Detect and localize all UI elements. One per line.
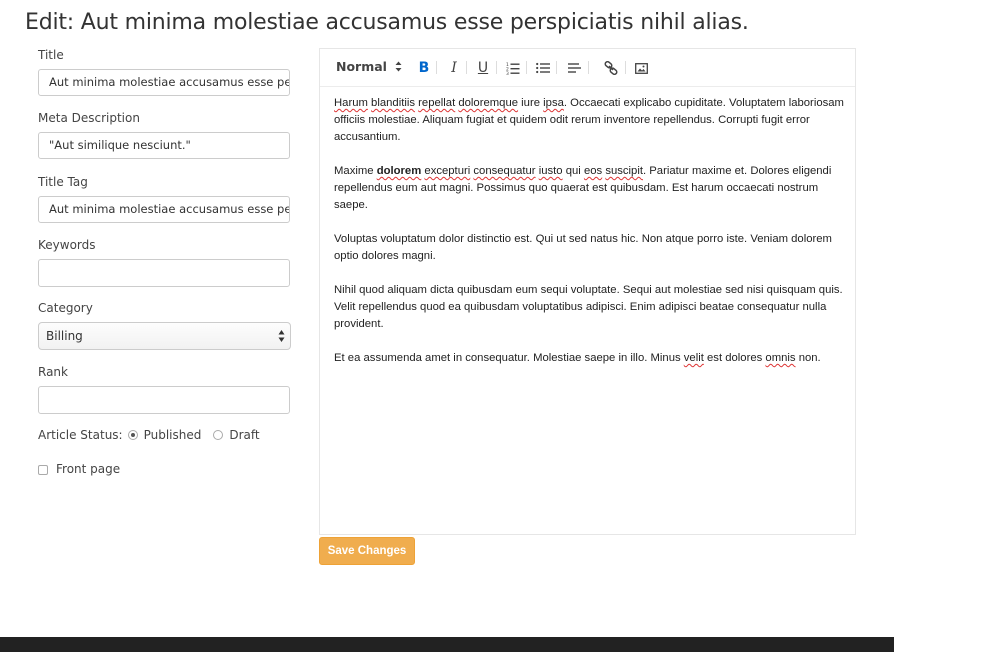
article-status-label: Article Status: <box>38 428 123 442</box>
format-select-arrows-icon <box>395 61 402 72</box>
published-radio[interactable] <box>127 430 138 440</box>
keywords-input[interactable] <box>38 259 290 287</box>
category-label: Category <box>38 301 93 315</box>
image-icon <box>634 62 648 74</box>
bullet-list-icon <box>536 62 550 74</box>
draft-radio[interactable] <box>213 430 224 440</box>
bullet-list-button[interactable] <box>535 59 551 77</box>
category-select-value: Billing <box>46 329 83 343</box>
bold-icon: B <box>418 60 430 76</box>
footer-bar <box>0 637 894 652</box>
keywords-label: Keywords <box>38 238 96 252</box>
align-button[interactable] <box>566 59 582 77</box>
italic-button[interactable]: I <box>446 59 462 77</box>
align-icon <box>567 63 581 73</box>
page-title: Edit: Aut minima molestiae accusamus ess… <box>25 10 749 35</box>
title-tag-input[interactable]: Aut minima molestiae accusamus esse pers… <box>38 196 290 223</box>
front-page-label[interactable]: Front page <box>56 462 120 476</box>
underline-icon: U <box>477 60 489 76</box>
link-button[interactable] <box>603 59 619 77</box>
editor-paragraph: Maxime dolorem excepturi consequatur ius… <box>334 165 832 211</box>
svg-text:3: 3 <box>506 71 509 75</box>
title-tag-label: Title Tag <box>38 175 88 189</box>
format-select-value: Normal <box>336 59 387 74</box>
meta-description-input[interactable]: "Aut similique nesciunt." <box>38 132 290 159</box>
italic-icon: I <box>451 60 457 76</box>
editor-toolbar: Normal B I U 1 2 3 <box>320 49 855 87</box>
title-label: Title <box>38 48 64 62</box>
editor-paragraph: Voluptas voluptatum dolor distinctio est… <box>334 233 832 262</box>
image-button[interactable] <box>633 59 649 77</box>
bold-button[interactable]: B <box>416 59 432 77</box>
rank-label: Rank <box>38 365 68 379</box>
article-status-group: Article Status: Published Draft <box>38 428 260 442</box>
underline-button[interactable]: U <box>475 59 491 77</box>
meta-description-label: Meta Description <box>38 111 140 125</box>
save-changes-button[interactable]: Save Changes <box>319 537 415 565</box>
select-arrows-icon <box>278 330 285 342</box>
editor-paragraph: Nihil quod aliquam dicta quibusdam eum s… <box>334 284 843 330</box>
editor-paragraph: Et ea assumenda amet in consequatur. Mol… <box>334 352 821 364</box>
published-label[interactable]: Published <box>144 428 202 442</box>
draft-label[interactable]: Draft <box>229 428 259 442</box>
front-page-checkbox[interactable] <box>38 465 48 475</box>
ordered-list-icon: 1 2 3 <box>506 62 520 75</box>
rank-input[interactable] <box>38 386 290 414</box>
rich-text-editor[interactable]: Normal B I U 1 2 3 Harum blanditiis repe… <box>319 48 856 535</box>
link-icon <box>604 61 618 75</box>
editor-content[interactable]: Harum blanditiis repellat doloremque iur… <box>334 95 846 384</box>
editor-paragraph: Harum blanditiis repellat doloremque iur… <box>334 97 844 143</box>
title-input[interactable]: Aut minima molestiae accusamus esse pers… <box>38 69 290 96</box>
ordered-list-button[interactable]: 1 2 3 <box>505 59 521 77</box>
category-select[interactable]: Billing <box>38 322 291 350</box>
format-select[interactable]: Normal <box>336 59 402 74</box>
